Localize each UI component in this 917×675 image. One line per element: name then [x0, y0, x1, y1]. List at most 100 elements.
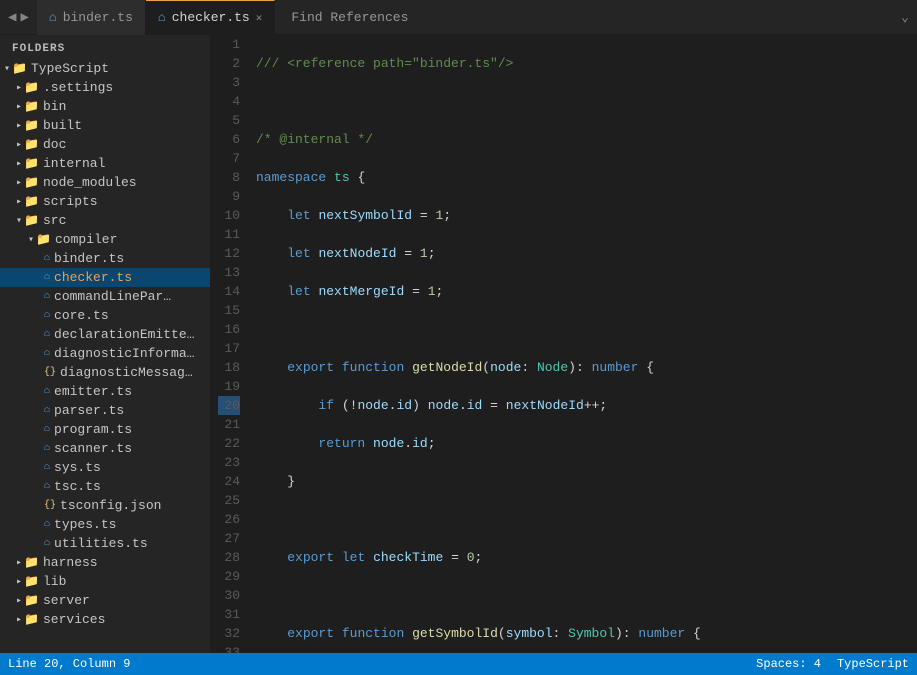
code-container: 12345 678910 1112131415 1617181920 21222… — [210, 35, 917, 653]
nav-left-icon[interactable]: ◀ — [8, 9, 16, 26]
sidebar-item-diagnostic-informa[interactable]: ⌂ diagnosticInforma… — [0, 344, 210, 363]
sidebar-item-node-modules[interactable]: ▸ 📁 node_modules — [0, 173, 210, 192]
tab-nav-arrows[interactable]: ◀ ▶ — [0, 9, 37, 26]
folder-icon-harness: 📁 — [24, 555, 39, 570]
folder-icon-compiler: 📁 — [36, 232, 51, 247]
ts-icon-declaration: ⌂ — [44, 329, 50, 340]
tab-bar: ◀ ▶ ⌂ binder.ts ⌂ checker.ts ✕ Find Refe… — [0, 0, 917, 35]
sidebar-item-scripts[interactable]: ▸ 📁 scripts — [0, 192, 210, 211]
ts-icon-parser: ⌂ — [44, 405, 50, 416]
sidebar: FOLDERS ▾ 📁 TypeScript ▸ 📁 .settings ▸ 📁… — [0, 35, 210, 653]
arrow-src: ▾ — [16, 215, 22, 227]
tab-binder-label: binder.ts — [63, 10, 133, 25]
sidebar-item-src[interactable]: ▾ 📁 src — [0, 211, 210, 230]
folder-icon-bin: 📁 — [24, 99, 39, 114]
sidebar-header: FOLDERS — [0, 35, 210, 59]
sidebar-item-utilities-ts[interactable]: ⌂ utilities.ts — [0, 534, 210, 553]
ts-icon-binder: ⌂ — [49, 10, 57, 25]
label-compiler: compiler — [55, 232, 117, 247]
label-harness: harness — [43, 555, 98, 570]
sidebar-item-scanner-ts[interactable]: ⌂ scanner.ts — [0, 439, 210, 458]
ts-icon-emitter: ⌂ — [44, 386, 50, 397]
sidebar-item-sys-ts[interactable]: ⌂ sys.ts — [0, 458, 210, 477]
code-line-5: let nextSymbolId = 1; — [256, 206, 917, 225]
arrow-harness: ▸ — [16, 557, 22, 569]
sidebar-item-settings[interactable]: ▸ 📁 .settings — [0, 78, 210, 97]
code-line-16: export function getSymbolId(symbol: Symb… — [256, 624, 917, 643]
tab-checker-close[interactable]: ✕ — [256, 11, 263, 25]
status-right: Spaces: 4 TypeScript — [756, 657, 909, 671]
code-line-8 — [256, 320, 917, 339]
label-server: server — [43, 593, 90, 608]
code-line-4: namespace ts { — [256, 168, 917, 187]
sidebar-item-tsc-ts[interactable]: ⌂ tsc.ts — [0, 477, 210, 496]
tab-find-references[interactable]: Find References — [275, 0, 424, 35]
tab-checker[interactable]: ⌂ checker.ts ✕ — [146, 0, 275, 35]
label-diagnostic-informa: diagnosticInforma… — [54, 346, 194, 361]
sidebar-item-typescript[interactable]: ▾ 📁 TypeScript — [0, 59, 210, 78]
ts-icon-types: ⌂ — [44, 519, 50, 530]
folder-icon-server: 📁 — [24, 593, 39, 608]
ts-icon-sys: ⌂ — [44, 462, 50, 473]
label-core-ts: core.ts — [54, 308, 109, 323]
sidebar-item-core-ts[interactable]: ⌂ core.ts — [0, 306, 210, 325]
sidebar-item-tsconfig-json[interactable]: {} tsconfig.json — [0, 496, 210, 515]
sidebar-item-compiler[interactable]: ▾ 📁 compiler — [0, 230, 210, 249]
ts-icon-scanner: ⌂ — [44, 443, 50, 454]
sidebar-item-lib[interactable]: ▸ 📁 lib — [0, 572, 210, 591]
sidebar-item-services[interactable]: ▸ 📁 services — [0, 610, 210, 629]
sidebar-item-diagnostic-messag[interactable]: {} diagnosticMessag… — [0, 363, 210, 382]
arrow-internal: ▸ — [16, 158, 22, 170]
sidebar-item-doc[interactable]: ▸ 📁 doc — [0, 135, 210, 154]
code-line-13 — [256, 510, 917, 529]
status-bar: Line 20, Column 9 Spaces: 4 TypeScript — [0, 653, 917, 675]
code-line-12: } — [256, 472, 917, 491]
ts-icon-tsc: ⌂ — [44, 481, 50, 492]
label-tsc-ts: tsc.ts — [54, 479, 101, 494]
sidebar-item-binder-ts[interactable]: ⌂ binder.ts — [0, 249, 210, 268]
code-line-9: export function getNodeId(node: Node): n… — [256, 358, 917, 377]
code-line-15 — [256, 586, 917, 605]
label-declaration-emitter: declarationEmitte… — [54, 327, 194, 342]
code-line-7: let nextMergeId = 1; — [256, 282, 917, 301]
ts-icon-utilities: ⌂ — [44, 538, 50, 549]
sidebar-item-types-ts[interactable]: ⌂ types.ts — [0, 515, 210, 534]
folder-icon-internal: 📁 — [24, 156, 39, 171]
tab-binder[interactable]: ⌂ binder.ts — [37, 0, 146, 35]
tab-bar-end-icon[interactable]: ⌄ — [901, 10, 917, 25]
sidebar-item-parser-ts[interactable]: ⌂ parser.ts — [0, 401, 210, 420]
sidebar-item-checker-ts[interactable]: ⌂ checker.ts — [0, 268, 210, 287]
sidebar-item-server[interactable]: ▸ 📁 server — [0, 591, 210, 610]
nav-right-icon[interactable]: ▶ — [20, 9, 28, 26]
sidebar-item-command-line-parser[interactable]: ⌂ commandLinePar… — [0, 287, 210, 306]
json-icon-diag-messag: {} — [44, 367, 56, 378]
status-left: Line 20, Column 9 — [8, 657, 130, 671]
line-numbers: 12345 678910 1112131415 1617181920 21222… — [210, 35, 252, 653]
sidebar-item-harness[interactable]: ▸ 📁 harness — [0, 553, 210, 572]
ts-icon-core: ⌂ — [44, 310, 50, 321]
editor-area: 12345 678910 1112131415 1617181920 21222… — [210, 35, 917, 653]
folder-icon-doc: 📁 — [24, 137, 39, 152]
label-tsconfig-json: tsconfig.json — [60, 498, 161, 513]
ts-icon-checker-sidebar: ⌂ — [44, 272, 50, 283]
label-binder-ts: binder.ts — [54, 251, 124, 266]
sidebar-item-declaration-emitter[interactable]: ⌂ declarationEmitte… — [0, 325, 210, 344]
sidebar-item-program-ts[interactable]: ⌂ program.ts — [0, 420, 210, 439]
sidebar-item-built[interactable]: ▸ 📁 built — [0, 116, 210, 135]
code-line-2 — [256, 92, 917, 111]
label-internal: internal — [43, 156, 105, 171]
label-typescript: TypeScript — [31, 61, 109, 76]
label-checker-ts: checker.ts — [54, 270, 132, 285]
ts-icon-commandline: ⌂ — [44, 291, 50, 302]
code-editor[interactable]: /// <reference path="binder.ts"/> /* @in… — [252, 35, 917, 653]
sidebar-item-bin[interactable]: ▸ 📁 bin — [0, 97, 210, 116]
sidebar-item-internal[interactable]: ▸ 📁 internal — [0, 154, 210, 173]
tab-checker-label: checker.ts — [172, 10, 250, 25]
label-diagnostic-messag: diagnosticMessag… — [60, 365, 193, 380]
sidebar-item-emitter-ts[interactable]: ⌂ emitter.ts — [0, 382, 210, 401]
label-settings: .settings — [43, 80, 113, 95]
code-line-11: return node.id; — [256, 434, 917, 453]
arrow-lib: ▸ — [16, 576, 22, 588]
folder-icon-built: 📁 — [24, 118, 39, 133]
label-src: src — [43, 213, 66, 228]
